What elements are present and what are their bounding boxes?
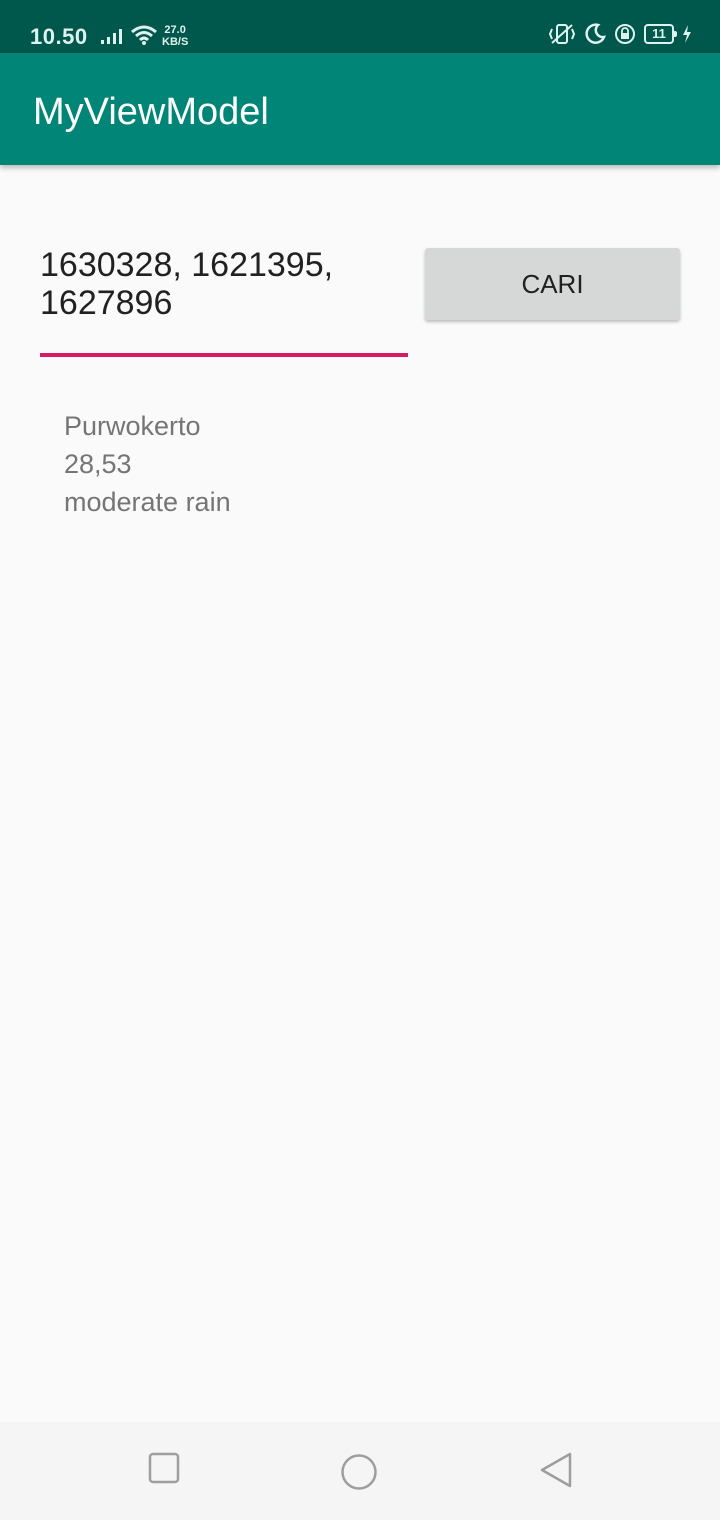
city-name: Purwokerto [64,411,201,441]
moon-icon [585,23,606,44]
home-icon[interactable] [340,1453,378,1491]
status-bar: 10.50 27.0 KB/S 11 [0,0,720,53]
network-speed: 27.0 KB/S [162,24,188,48]
city-id-input[interactable]: 1630328, 1621395, 1627896 [40,240,408,322]
battery-icon: 11 [644,24,677,44]
charging-icon [683,25,691,43]
network-speed-value: 27.0 [164,24,186,36]
vibrate-icon [548,24,576,44]
temperature: 28,53 [64,449,132,479]
back-icon[interactable] [538,1452,574,1488]
status-time: 10.50 [30,24,88,49]
wifi-icon [131,25,157,45]
navigation-bar [0,1422,720,1520]
input-underline [40,353,408,357]
lock-rotation-icon [615,24,635,44]
city-id-input-value[interactable]: 1630328, 1621395, 1627896 [40,240,408,322]
status-icons: 11 [548,23,692,45]
network-speed-unit: KB/S [162,36,189,48]
weather-result: Purwokerto 28,53 moderate rain [64,407,231,521]
app-title: MyViewModel [33,91,269,133]
weather-description: moderate rain [64,487,231,517]
signal-icon [101,29,122,44]
cari-button[interactable]: CARI [425,248,680,320]
recent-apps-icon[interactable] [148,1452,180,1484]
app-bar: MyViewModel [0,53,720,165]
